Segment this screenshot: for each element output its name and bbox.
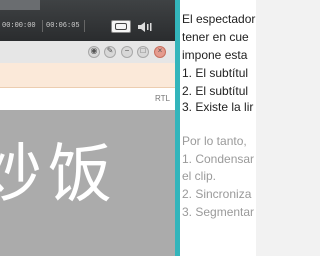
close-icon: × (157, 46, 163, 55)
doc-line-muted: 3. Segmentar (182, 205, 255, 219)
doc-line-muted: el clip. (182, 169, 217, 183)
current-time: 00:00:00 (2, 22, 36, 30)
doc-line-muted: Por lo tanto, (182, 134, 247, 148)
maximize-button[interactable]: □ (137, 46, 149, 58)
doc-line: 1. El subtítul (182, 66, 249, 80)
subtitle-line-selected[interactable] (0, 63, 175, 88)
subtitle-toolbar: ◉ ✎ − □ × (0, 41, 175, 64)
divider (42, 20, 43, 32)
document-panel: El espectador tener en cue impone esta 1… (180, 0, 256, 256)
video-scrubber[interactable] (0, 0, 40, 10)
subtitle-overlay: 炒饭 (0, 138, 118, 212)
divider (84, 20, 85, 32)
minimize-button[interactable]: − (121, 46, 133, 58)
volume-icon[interactable] (137, 21, 155, 33)
total-time: 00:06:05 (46, 22, 80, 30)
pencil-icon: ✎ (106, 46, 114, 55)
cc-icon (115, 23, 127, 30)
doc-line: El espectador (182, 12, 256, 26)
rtl-toggle[interactable]: RTL (155, 94, 170, 103)
subtitle-edit-line[interactable]: RTL (0, 88, 175, 111)
closed-captions-button[interactable] (111, 20, 131, 33)
subtitle-editor-panel: 00:00:00 00:06:05 ◉ ✎ − □ × RTL 炒饭 (0, 0, 175, 256)
doc-line: 3. Existe la lir (182, 100, 254, 114)
doc-line: tener en cue (182, 30, 249, 44)
doc-line: impone esta (182, 48, 248, 62)
camera-button[interactable]: ◉ (88, 46, 100, 58)
square-icon: □ (140, 46, 146, 55)
camera-icon: ◉ (90, 46, 98, 55)
video-player-controls: 00:00:00 00:06:05 (0, 0, 175, 41)
doc-line-muted: 1. Condensar (182, 152, 255, 166)
minus-icon: − (124, 46, 130, 55)
edit-button[interactable]: ✎ (104, 46, 116, 58)
close-button[interactable]: × (154, 46, 166, 58)
doc-line-muted: 2. Sincroniza (182, 187, 252, 201)
